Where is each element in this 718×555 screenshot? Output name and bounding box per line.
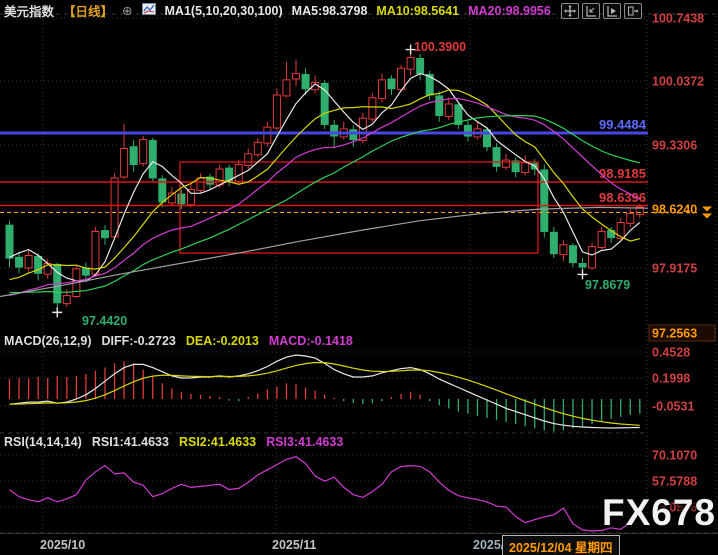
candle — [254, 142, 261, 154]
candle — [550, 232, 557, 253]
candle — [522, 163, 529, 173]
scale-right-icon[interactable] — [603, 3, 621, 19]
macd-value: MACD:-0.1418 — [269, 334, 353, 348]
macd-axis-label: 0.1998 — [652, 372, 690, 386]
exit-chart-icon[interactable] — [624, 3, 642, 19]
candle — [493, 148, 500, 167]
chart-window: 100.7438 100.0372 99.3306 98.6240 97.9175 97.… — [0, 0, 718, 555]
candle — [445, 104, 452, 116]
candle — [197, 178, 204, 190]
rsi-header: RSI(14,14,14) RSI1:41.4633 RSI2:41.4633 … — [4, 435, 343, 449]
candle — [16, 257, 23, 267]
low-price-label: 97.8679 — [585, 278, 630, 292]
macd-axis-label: -0.0531 — [652, 400, 694, 414]
ma20-value: MA20:98.9956 — [468, 4, 551, 18]
candle — [589, 247, 596, 268]
ma5-value: MA5:98.3798 — [292, 4, 368, 18]
candle — [111, 178, 118, 237]
candle — [121, 149, 128, 178]
candle — [503, 160, 510, 167]
candle — [140, 140, 147, 164]
time-axis[interactable]: 2025/10 2025/11 2025/ 2025/12/04 星期四 — [0, 533, 718, 555]
month-label-nov: 2025/11 — [272, 538, 317, 552]
ma-settings-label: MA1(5,10,20,30,100) — [165, 4, 283, 18]
chart-header: 美元指数 【日线】 ⊕ MA1(5,10,20,30,100) MA5:98.3… — [4, 1, 551, 20]
candle — [187, 190, 194, 205]
ma10-value: MA10:98.5641 — [376, 4, 459, 18]
candle — [627, 214, 634, 224]
candle — [235, 165, 242, 182]
candle — [6, 225, 13, 258]
candle — [293, 74, 300, 79]
candle — [388, 79, 395, 89]
chart-logo-icon[interactable] — [142, 3, 156, 18]
month-label-oct: 2025/10 — [40, 538, 85, 552]
candle — [302, 75, 309, 89]
low-price-label: 97.4420 — [82, 314, 127, 328]
candle — [579, 264, 586, 268]
rsi2-value: RSI2:41.4633 — [179, 435, 256, 449]
candle — [264, 127, 271, 143]
period-label[interactable]: 【日线】 — [63, 1, 113, 20]
candle — [598, 231, 605, 247]
rsi-axis-label: 57.5788 — [652, 475, 697, 489]
candle — [25, 256, 32, 268]
candle — [130, 147, 137, 165]
price-axis-label: 97.9175 — [652, 262, 697, 276]
candle — [560, 245, 567, 255]
rsi3-value: RSI3:41.4633 — [266, 435, 343, 449]
high-price-label: 100.3900 — [414, 40, 466, 54]
macd-dea-value: DEA:-0.2013 — [186, 334, 259, 348]
price-axis-label: 100.7438 — [652, 12, 704, 26]
macd-header: MACD(26,12,9) DIFF:-0.2723 DEA:-0.2013 M… — [4, 334, 353, 348]
candle — [369, 98, 376, 119]
candle — [92, 231, 99, 274]
rsi-axis-label: 70.1070 — [652, 449, 697, 463]
price-axis-label: 97.2563 — [652, 327, 697, 341]
candle — [436, 96, 443, 116]
candle — [82, 268, 89, 275]
candle — [350, 130, 357, 140]
symbol-name: 美元指数 — [4, 1, 54, 20]
candle — [398, 68, 405, 89]
candle — [378, 80, 385, 99]
move-tool-icon[interactable] — [561, 3, 579, 19]
rsi1-value: RSI1:41.4633 — [92, 435, 169, 449]
macd-axis-label: 0.4528 — [652, 346, 690, 360]
red-line-label: 98.6396 — [599, 190, 646, 205]
candle — [569, 246, 576, 263]
watermark: FX678 — [602, 492, 716, 534]
price-axis-label: 98.6240 — [652, 203, 697, 217]
candle — [417, 58, 424, 73]
candle — [273, 95, 280, 128]
scale-left-icon[interactable] — [582, 3, 600, 19]
candle — [407, 58, 414, 70]
candle — [245, 154, 252, 166]
blue-line-label: 99.4484 — [599, 117, 647, 132]
candle — [63, 296, 70, 304]
price-axis-label: 100.0372 — [652, 75, 704, 89]
candle — [149, 140, 156, 177]
pin-icon[interactable]: ⊕ — [122, 3, 132, 18]
macd-diff-value: DIFF:-0.2723 — [102, 334, 176, 348]
chart-toolbar — [561, 3, 642, 19]
candle — [178, 194, 185, 204]
rsi-params: RSI(14,14,14) — [4, 435, 82, 449]
candle — [283, 80, 290, 96]
month-label-dec-partial: 2025/ — [473, 538, 504, 552]
price-axis-label: 99.3306 — [652, 139, 697, 153]
macd-params: MACD(26,12,9) — [4, 334, 92, 348]
cursor-date-badge: 2025/12/04 星期四 — [502, 535, 620, 555]
chart-canvas[interactable]: 100.7438 100.0372 99.3306 98.6240 97.9175 97.… — [0, 0, 718, 555]
candle — [102, 231, 109, 238]
